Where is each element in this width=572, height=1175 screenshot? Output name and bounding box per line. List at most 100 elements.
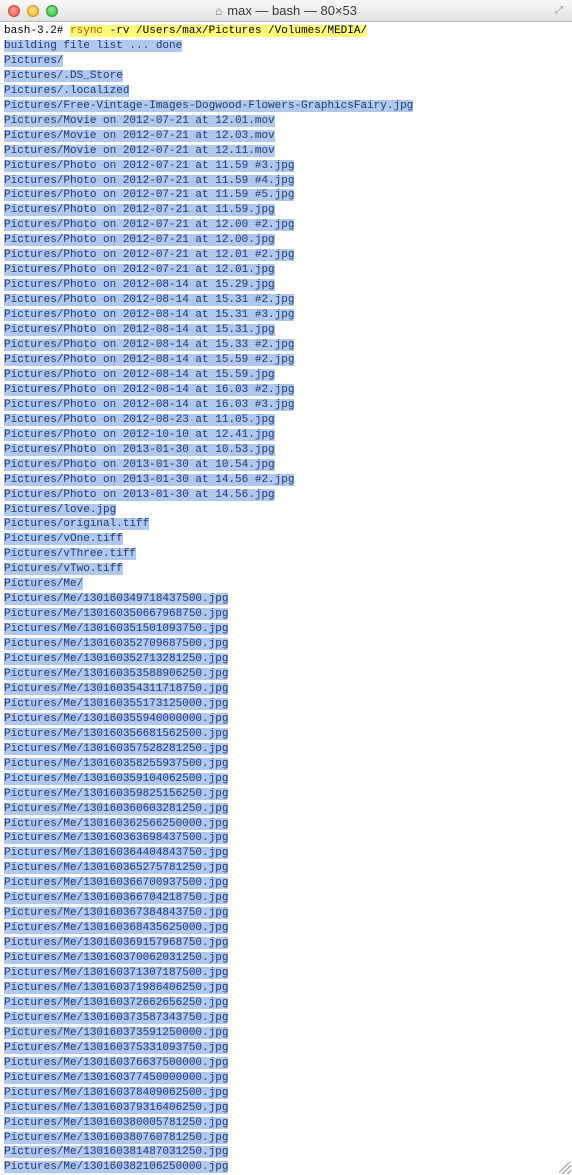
output-line: Pictures/Me/130160359825156250.jpg (4, 787, 568, 802)
output-text: Pictures/Me/130160356681562500.jpg (4, 728, 228, 740)
output-line: Pictures/Me/130160351501093750.jpg (4, 622, 568, 637)
output-line: Pictures/Free-Vintage-Images-Dogwood-Flo… (4, 99, 568, 114)
output-text: Pictures/Me/130160363698437500.jpg (4, 832, 228, 844)
output-text: Pictures/Photo on 2012-08-14 at 15.29.jp… (4, 279, 275, 291)
output-line: Pictures/Photo on 2012-08-14 at 15.31 #2… (4, 293, 568, 308)
output-text: Pictures/Me/130160380005781250.jpg (4, 1117, 228, 1129)
output-text: Pictures/Me/130160375331093750.jpg (4, 1042, 228, 1054)
output-line: Pictures/Me/ (4, 577, 568, 592)
output-line: Pictures/Me/130160360603281250.jpg (4, 802, 568, 817)
output-text: Pictures/Me/130160360603281250.jpg (4, 803, 228, 815)
output-line: Pictures/Movie on 2012-07-21 at 12.11.mo… (4, 144, 568, 159)
expand-icon[interactable]: ⤢ (552, 4, 566, 18)
output-text: Pictures/Me/130160350667968750.jpg (4, 608, 228, 620)
output-text: Pictures/Photo on 2012-07-21 at 11.59 #3… (4, 160, 294, 172)
output-text: Pictures/Me/130160377450000000.jpg (4, 1072, 228, 1084)
output-text: Pictures/vThree.tiff (4, 548, 136, 560)
output-line: Pictures/Photo on 2012-07-21 at 11.59 #4… (4, 174, 568, 189)
output-text: Pictures/Me/130160362566250000.jpg (4, 818, 228, 830)
home-icon: ⌂ (215, 4, 222, 18)
output-line: Pictures/Me/130160365275781250.jpg (4, 861, 568, 876)
window-titlebar[interactable]: ⌂ max — bash — 80×53 ⤢ (0, 0, 572, 22)
output-text: Pictures/Me/130160367384843750.jpg (4, 907, 228, 919)
close-button[interactable] (8, 5, 20, 17)
output-text: Pictures/Me/130160355940000000.jpg (4, 713, 228, 725)
output-line: Pictures/vThree.tiff (4, 547, 568, 562)
output-line: Pictures/Me/130160368435625000.jpg (4, 921, 568, 936)
output-text: Pictures/Photo on 2012-08-14 at 15.59.jp… (4, 369, 275, 381)
output-line: Pictures/Movie on 2012-07-21 at 12.03.mo… (4, 129, 568, 144)
output-line: Pictures/love.jpg (4, 503, 568, 518)
output-line: Pictures/Me/130160352709687500.jpg (4, 637, 568, 652)
minimize-button[interactable] (27, 5, 39, 17)
output-line: Pictures/Photo on 2012-07-21 at 12.00.jp… (4, 233, 568, 248)
output-line: Pictures/Photo on 2012-08-14 at 15.31 #3… (4, 308, 568, 323)
output-text: Pictures/Me/130160365275781250.jpg (4, 862, 228, 874)
output-line: Pictures/Photo on 2012-07-21 at 12.00 #2… (4, 218, 568, 233)
output-line: Pictures/Me/130160352713281250.jpg (4, 652, 568, 667)
output-text: Pictures/vTwo.tiff (4, 563, 123, 575)
output-line: Pictures/Photo on 2013-01-30 at 10.53.jp… (4, 443, 568, 458)
output-text: Pictures/Me/130160372662656250.jpg (4, 997, 228, 1009)
output-line: Pictures/Me/130160378409062500.jpg (4, 1086, 568, 1101)
output-line: Pictures/Me/130160370062031250.jpg (4, 951, 568, 966)
output-text: Pictures/Photo on 2012-07-21 at 11.59 #5… (4, 189, 294, 201)
resize-handle-icon[interactable] (559, 1162, 571, 1174)
output-line: Pictures/Me/130160359104062500.jpg (4, 772, 568, 787)
output-text: Pictures/Me/ (4, 578, 83, 590)
output-line: Pictures/Me/130160366700937500.jpg (4, 876, 568, 891)
output-text: Pictures/Me/130160380760781250.jpg (4, 1132, 228, 1144)
output-text: Pictures/Me/130160351501093750.jpg (4, 623, 228, 635)
output-line: Pictures/Me/130160382106250000.jpg (4, 1160, 568, 1175)
output-line: Pictures/Photo on 2012-08-14 at 15.31.jp… (4, 323, 568, 338)
output-line: building file list ... done (4, 39, 568, 54)
output-text: Pictures/Me/130160354311718750.jpg (4, 683, 228, 695)
output-line: Pictures/Photo on 2012-07-21 at 11.59 #5… (4, 188, 568, 203)
output-line: Pictures/ (4, 54, 568, 69)
output-line: Pictures/Me/130160364404843750.jpg (4, 846, 568, 861)
output-line: Pictures/Photo on 2012-08-14 at 16.03 #2… (4, 383, 568, 398)
output-line: Pictures/Me/130160366704218750.jpg (4, 891, 568, 906)
output-line: Pictures/vOne.tiff (4, 532, 568, 547)
output-line: Pictures/Me/130160381487031250.jpg (4, 1145, 568, 1160)
output-text: Pictures/Photo on 2012-07-21 at 12.00 #2… (4, 219, 294, 231)
output-line: Pictures/.localized (4, 84, 568, 99)
prompt-ps: bash-3.2# (4, 25, 70, 37)
output-line: Pictures/Me/130160375331093750.jpg (4, 1041, 568, 1056)
terminal-viewport[interactable]: bash-3.2# rsync -rv /Users/max/Pictures … (0, 22, 572, 1175)
output-line: Pictures/Photo on 2012-08-14 at 15.29.jp… (4, 278, 568, 293)
output-line: Pictures/Me/130160355173125000.jpg (4, 697, 568, 712)
zoom-button[interactable] (46, 5, 58, 17)
output-line: Pictures/Me/130160358255937500.jpg (4, 757, 568, 772)
window-title: ⌂ max — bash — 80×53 (215, 3, 357, 18)
output-line: Pictures/Photo on 2013-01-30 at 10.54.jp… (4, 458, 568, 473)
output-text: Pictures/Me/130160358255937500.jpg (4, 758, 228, 770)
output-text: Pictures/Photo on 2013-01-30 at 10.54.jp… (4, 459, 275, 471)
command-rsync: rsync (70, 25, 103, 37)
output-line: Pictures/Me/130160367384843750.jpg (4, 906, 568, 921)
output-line: Pictures/Photo on 2012-08-14 at 15.33 #2… (4, 338, 568, 353)
output-line: Pictures/Me/130160356681562500.jpg (4, 727, 568, 742)
output-text: Pictures/Me/130160349718437500.jpg (4, 593, 228, 605)
window-title-text: max — bash — 80×53 (227, 3, 357, 18)
output-text: Pictures/love.jpg (4, 504, 116, 516)
output-line: Pictures/original.tiff (4, 517, 568, 532)
output-text: Pictures/Free-Vintage-Images-Dogwood-Flo… (4, 100, 413, 112)
output-text: Pictures/Photo on 2012-08-14 at 15.31 #3… (4, 309, 294, 321)
output-text: Pictures/Me/130160359104062500.jpg (4, 773, 228, 785)
output-line: Pictures/Photo on 2012-08-14 at 16.03 #3… (4, 398, 568, 413)
output-text: Pictures/Me/130160378409062500.jpg (4, 1087, 228, 1099)
output-text: Pictures/Me/130160352709687500.jpg (4, 638, 228, 650)
output-line: Pictures/Photo on 2012-10-10 at 12.41.jp… (4, 428, 568, 443)
output-text: Pictures/Photo on 2012-07-21 at 11.59.jp… (4, 204, 275, 216)
output-text: Pictures/Me/130160353588906250.jpg (4, 668, 228, 680)
output-text: building file list ... done (4, 40, 182, 52)
output-text: Pictures/Me/130160352713281250.jpg (4, 653, 228, 665)
output-text: Pictures/Photo on 2012-08-14 at 15.31 #2… (4, 294, 294, 306)
output-line: Pictures/Me/130160377450000000.jpg (4, 1071, 568, 1086)
output-line: Pictures/Me/130160362566250000.jpg (4, 817, 568, 832)
output-line: Pictures/Me/130160350667968750.jpg (4, 607, 568, 622)
output-line: Pictures/Movie on 2012-07-21 at 12.01.mo… (4, 114, 568, 129)
output-text: Pictures/Movie on 2012-07-21 at 12.01.mo… (4, 115, 275, 127)
output-line: Pictures/Photo on 2012-07-21 at 12.01.jp… (4, 263, 568, 278)
